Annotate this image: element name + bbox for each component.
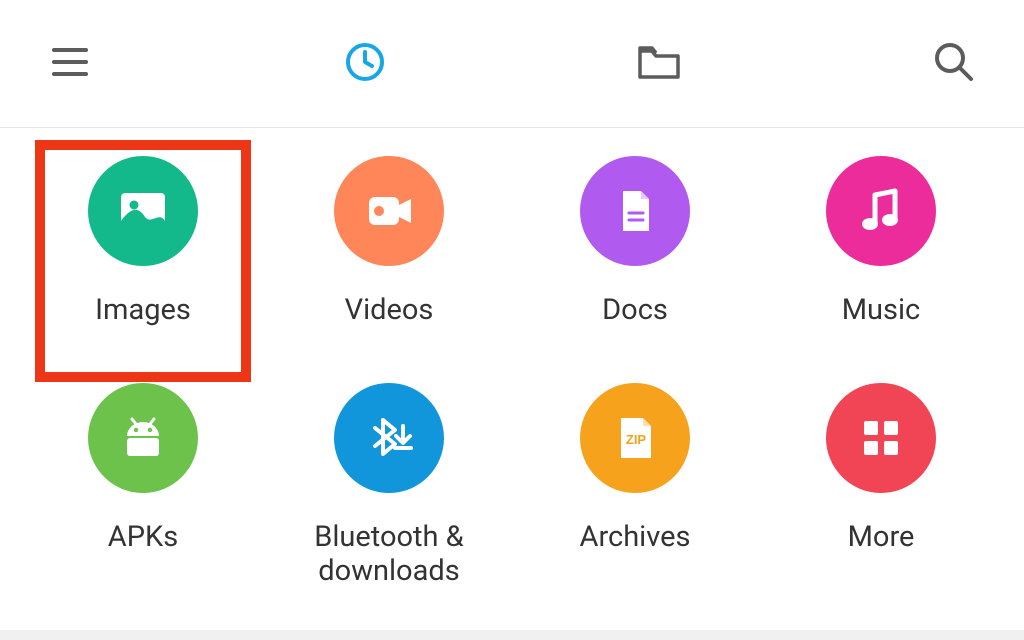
category-images[interactable]: Images [20,156,266,327]
category-label: Bluetooth & downloads [279,521,499,588]
bluetooth-download-icon [334,383,444,493]
menu-button[interactable] [40,34,100,94]
category-music[interactable]: Music [758,156,1004,327]
category-videos[interactable]: Videos [266,156,512,327]
category-label: Images [95,294,191,327]
music-icon [826,156,936,266]
top-bar [0,0,1024,128]
category-docs[interactable]: Docs [512,156,758,327]
category-label: Archives [580,521,691,554]
tab-folder[interactable] [629,34,689,94]
search-icon [930,38,978,90]
zip-icon: ZIP [580,383,690,493]
folder-icon [634,37,684,91]
bottom-divider [0,630,1024,640]
video-icon [334,156,444,266]
image-icon [88,156,198,266]
category-label: Music [842,294,921,327]
category-label: APKs [108,521,178,554]
category-bluetooth-downloads[interactable]: Bluetooth & downloads [266,383,512,588]
clock-icon [341,38,389,90]
grid-icon [826,383,936,493]
tab-recent[interactable] [335,34,395,94]
android-icon [88,383,198,493]
category-label: More [848,521,915,554]
document-icon [580,156,690,266]
category-label: Videos [345,294,434,327]
category-grid: Images Videos D [0,128,1024,588]
category-more[interactable]: More [758,383,1004,588]
menu-icon [48,40,92,88]
svg-text:ZIP: ZIP [626,432,647,447]
category-label: Docs [602,294,668,327]
category-apks[interactable]: APKs [20,383,266,588]
search-button[interactable] [924,34,984,94]
category-archives[interactable]: ZIP Archives [512,383,758,588]
